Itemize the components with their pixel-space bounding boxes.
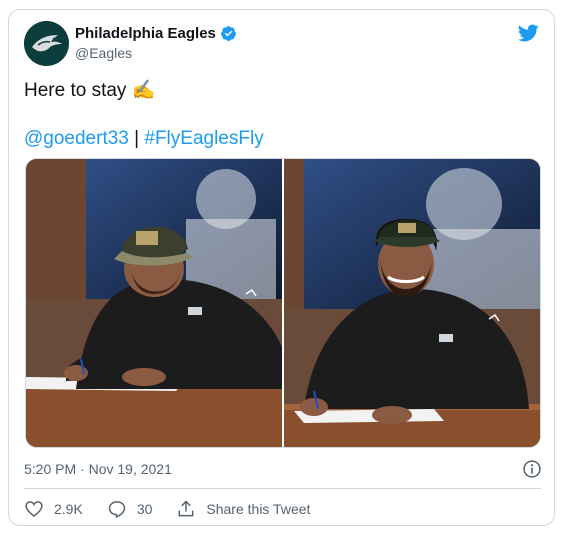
tweet-photo-2[interactable] bbox=[284, 159, 540, 447]
share-button[interactable]: Share this Tweet bbox=[176, 499, 310, 519]
heart-icon bbox=[25, 501, 43, 518]
tweet-text: Here to stay ✍ bbox=[24, 78, 155, 102]
reply-button[interactable]: 30 bbox=[107, 499, 153, 519]
tweet-photo-1[interactable] bbox=[26, 159, 282, 447]
media-grid bbox=[25, 158, 541, 448]
divider bbox=[24, 488, 541, 489]
like-count: 2.9K bbox=[54, 501, 83, 517]
verified-badge-icon bbox=[220, 26, 236, 41]
share-label: Share this Tweet bbox=[206, 501, 311, 517]
signing-photo-2 bbox=[284, 159, 540, 447]
mention-link[interactable]: @goedert33 bbox=[24, 128, 129, 149]
like-button[interactable]: 2.9K bbox=[24, 499, 83, 519]
account-name[interactable]: Philadelphia Eagles bbox=[75, 25, 216, 42]
share-icon bbox=[178, 500, 194, 517]
separator: | bbox=[134, 128, 140, 149]
timestamp-row: 5:20 PM · Nov 19, 2021 bbox=[24, 459, 542, 481]
writing-hand-emoji: ✍ bbox=[131, 80, 156, 101]
reply-icon bbox=[108, 501, 126, 518]
account-name-row: Philadelphia Eagles bbox=[75, 25, 237, 42]
avatar[interactable] bbox=[24, 21, 69, 66]
twitter-bird-icon[interactable] bbox=[516, 22, 540, 44]
tweet-links: @goedert33 | #FlyEaglesFly bbox=[24, 128, 264, 150]
tweet-actions: 2.9K 30 Share this Tweet bbox=[24, 498, 334, 520]
tweet-body: Here to stay bbox=[24, 80, 127, 101]
info-icon[interactable] bbox=[522, 459, 542, 479]
reply-count: 30 bbox=[136, 501, 153, 517]
timestamp[interactable]: 5:20 PM · Nov 19, 2021 bbox=[24, 461, 172, 477]
tweet-card: Philadelphia Eagles @Eagles Here to stay… bbox=[8, 9, 555, 526]
eagles-logo-icon bbox=[24, 21, 69, 66]
hashtag-link[interactable]: #FlyEaglesFly bbox=[144, 128, 263, 149]
signing-photo-1 bbox=[26, 159, 282, 447]
account-handle[interactable]: @Eagles bbox=[75, 45, 132, 61]
